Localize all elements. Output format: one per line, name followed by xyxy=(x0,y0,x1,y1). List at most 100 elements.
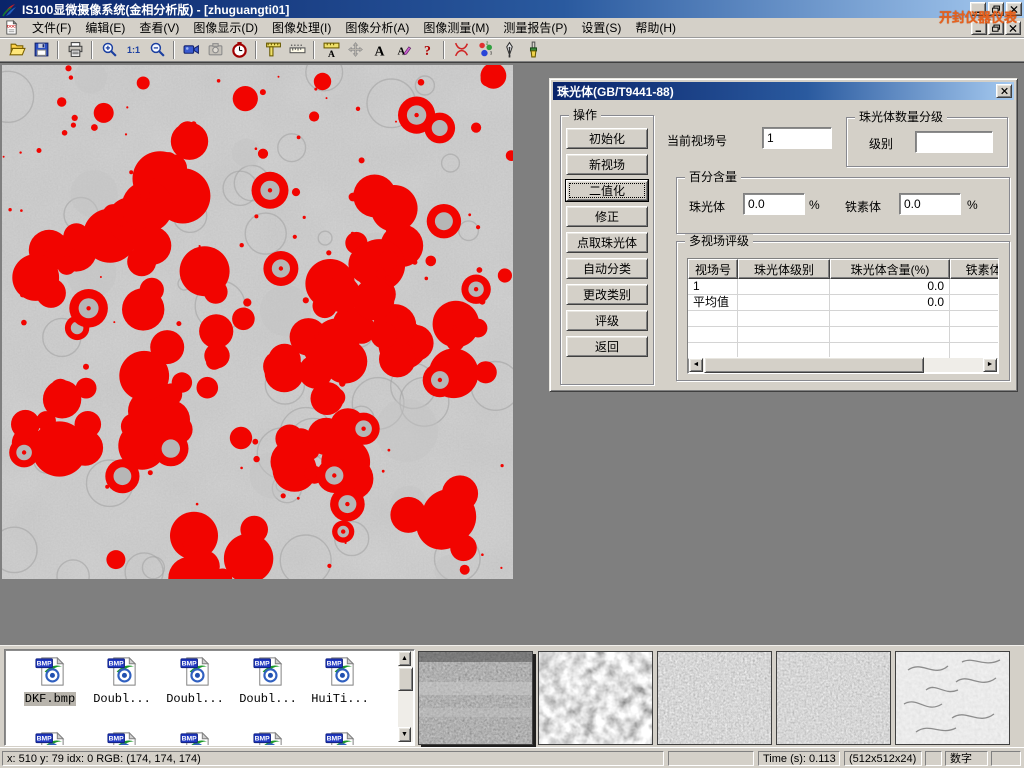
menu-item-9[interactable]: 设置(S) xyxy=(574,19,628,37)
file-item-partial-1[interactable] xyxy=(15,730,85,746)
pearlite-percent-label: 珠光体 xyxy=(689,198,725,215)
pearlite-percent-unit: % xyxy=(809,198,820,212)
table-row-4[interactable] xyxy=(688,327,999,343)
op-button-8[interactable]: 评级 xyxy=(566,310,648,331)
video-camera-icon xyxy=(183,41,200,58)
file-item-partial-2[interactable] xyxy=(87,730,157,746)
caliper-tool-button[interactable] xyxy=(261,39,285,60)
op-button-1[interactable]: 初始化 xyxy=(566,128,648,149)
bmp-file-icon xyxy=(179,655,212,688)
zoom-out-tool-button[interactable] xyxy=(145,39,169,60)
op-button-2[interactable]: 新视场 xyxy=(566,154,648,175)
open-tool-button[interactable] xyxy=(5,39,29,60)
app-logo-icon xyxy=(2,2,18,17)
ferrite-percent-label: 铁素体 xyxy=(845,198,881,215)
menu-item-4[interactable]: 图像显示(D) xyxy=(186,19,265,37)
pen-tool-button[interactable] xyxy=(497,39,521,60)
op-button-3[interactable]: 二值化 xyxy=(566,180,648,201)
multi-field-table[interactable]: 视场号珠光体级别珠光体含量(%)铁素体含量(%)10.0平均值0.0◄► xyxy=(687,258,999,374)
file-item-partial-5[interactable] xyxy=(305,730,375,746)
scroll-down-button[interactable]: ▼ xyxy=(398,727,411,742)
file-item-3[interactable]: Doubl... xyxy=(160,655,230,706)
camera-tool-button[interactable] xyxy=(203,39,227,60)
table-column-header-4[interactable]: 铁素体含量(%) xyxy=(950,259,999,279)
curve-tool-button[interactable] xyxy=(449,39,473,60)
file-item-4[interactable]: Doubl... xyxy=(233,655,303,706)
metallographic-image[interactable] xyxy=(2,65,513,579)
table-cell xyxy=(950,327,999,343)
document-icon[interactable]: DOC xyxy=(4,20,19,36)
bmp-file-icon xyxy=(324,655,357,688)
file-item-5[interactable]: HuiTi... xyxy=(305,655,375,706)
op-button-6[interactable]: 自动分类 xyxy=(566,258,648,279)
multi-field-group-label: 多视场评级 xyxy=(685,234,753,249)
operation-group: 操作 初始化新视场二值化修正点取珠光体自动分类更改类别评级返回 xyxy=(560,115,654,385)
zoom-in-tool-button[interactable] xyxy=(97,39,121,60)
thumbnail-2[interactable] xyxy=(538,651,653,745)
svg-text:A: A xyxy=(397,46,405,57)
thumbnail-1[interactable] xyxy=(418,651,533,745)
table-column-header-3[interactable]: 珠光体含量(%) xyxy=(830,259,950,279)
menu-item-2[interactable]: 编辑(E) xyxy=(78,19,132,37)
table-row-1[interactable]: 10.0 xyxy=(688,279,999,295)
op-button-9[interactable]: 返回 xyxy=(566,336,648,357)
file-item-1[interactable]: DKF.bmp xyxy=(15,655,85,706)
measure-font-tool-button[interactable]: A xyxy=(319,39,343,60)
op-button-4[interactable]: 修正 xyxy=(566,206,648,227)
thumbnail-3[interactable] xyxy=(657,651,772,745)
scroll-up-button[interactable]: ▲ xyxy=(398,651,411,666)
table-column-header-2[interactable]: 珠光体级别 xyxy=(738,259,830,279)
actual-size-tool-button[interactable]: 1:1 xyxy=(121,39,145,60)
grade-input[interactable] xyxy=(915,131,993,153)
ruler-icon xyxy=(289,41,306,58)
scroll-left-button[interactable]: ◄ xyxy=(689,358,703,372)
menu-item-10[interactable]: 帮助(H) xyxy=(628,19,683,37)
menu-item-3[interactable]: 查看(V) xyxy=(132,19,186,37)
menu-item-7[interactable]: 图像测量(M) xyxy=(416,19,496,37)
save-tool-button[interactable] xyxy=(29,39,53,60)
annotate-tool-button[interactable]: A xyxy=(391,39,415,60)
toolbar-separator xyxy=(173,41,175,59)
menu-item-5[interactable]: 图像处理(I) xyxy=(265,19,338,37)
timer-tool-button[interactable] xyxy=(227,39,251,60)
op-button-7[interactable]: 更改类别 xyxy=(566,284,648,305)
pen-icon xyxy=(501,41,518,58)
font-tool-button[interactable]: A xyxy=(367,39,391,60)
svg-text:3: 3 xyxy=(489,50,492,55)
op-button-5[interactable]: 点取珠光体 xyxy=(566,232,648,253)
scrollbar-thumb[interactable] xyxy=(398,667,413,691)
file-browser-scrollbar[interactable]: ▲ ▼ xyxy=(398,651,413,742)
file-item-2[interactable]: Doubl... xyxy=(87,655,157,706)
scroll-right-button[interactable]: ► xyxy=(983,358,997,372)
thumbnail-5[interactable] xyxy=(895,651,1010,745)
thumbnail-4[interactable] xyxy=(776,651,891,745)
file-item-partial-4[interactable] xyxy=(233,730,303,746)
menu-item-1[interactable]: 文件(F) xyxy=(25,19,78,37)
dialog-close-button[interactable] xyxy=(996,84,1012,98)
file-item-partial-3[interactable] xyxy=(160,730,230,746)
bmp-file-icon xyxy=(324,730,357,746)
print-tool-button[interactable] xyxy=(63,39,87,60)
current-field-input[interactable]: 1 xyxy=(762,127,832,149)
classify-tool-button[interactable]: 23 xyxy=(473,39,497,60)
pearlite-percent-input[interactable]: 0.0 xyxy=(743,193,805,215)
ruler-tool-button[interactable] xyxy=(285,39,309,60)
table-horizontal-scrollbar[interactable]: ◄► xyxy=(689,358,997,372)
table-row-3[interactable] xyxy=(688,311,999,327)
table-cell xyxy=(950,311,999,327)
file-browser[interactable]: ▲ ▼ DKF.bmpDoubl...Doubl...Doubl...HuiTi… xyxy=(4,649,415,746)
table-row-2[interactable]: 平均值0.0 xyxy=(688,295,999,311)
table-scrollbar-thumb[interactable] xyxy=(704,357,924,373)
title-bar: IS100显微摄像系统(金相分析版) - [zhuguangti01] xyxy=(0,0,1024,18)
ferrite-percent-input[interactable]: 0.0 xyxy=(899,193,961,215)
current-field-value: 1 xyxy=(767,131,774,145)
video-camera-tool-button[interactable] xyxy=(179,39,203,60)
dialog-title-bar[interactable]: 珠光体(GB/T9441-88) xyxy=(553,82,1014,100)
brush-tool-button[interactable] xyxy=(521,39,545,60)
help-tool-button[interactable]: ? xyxy=(415,39,439,60)
grade-field-label: 级别 xyxy=(869,135,893,152)
table-column-header-1[interactable]: 视场号 xyxy=(688,259,738,279)
move-tool-button[interactable] xyxy=(343,39,367,60)
menu-item-6[interactable]: 图像分析(A) xyxy=(338,19,416,37)
menu-item-8[interactable]: 测量报告(P) xyxy=(496,19,574,37)
